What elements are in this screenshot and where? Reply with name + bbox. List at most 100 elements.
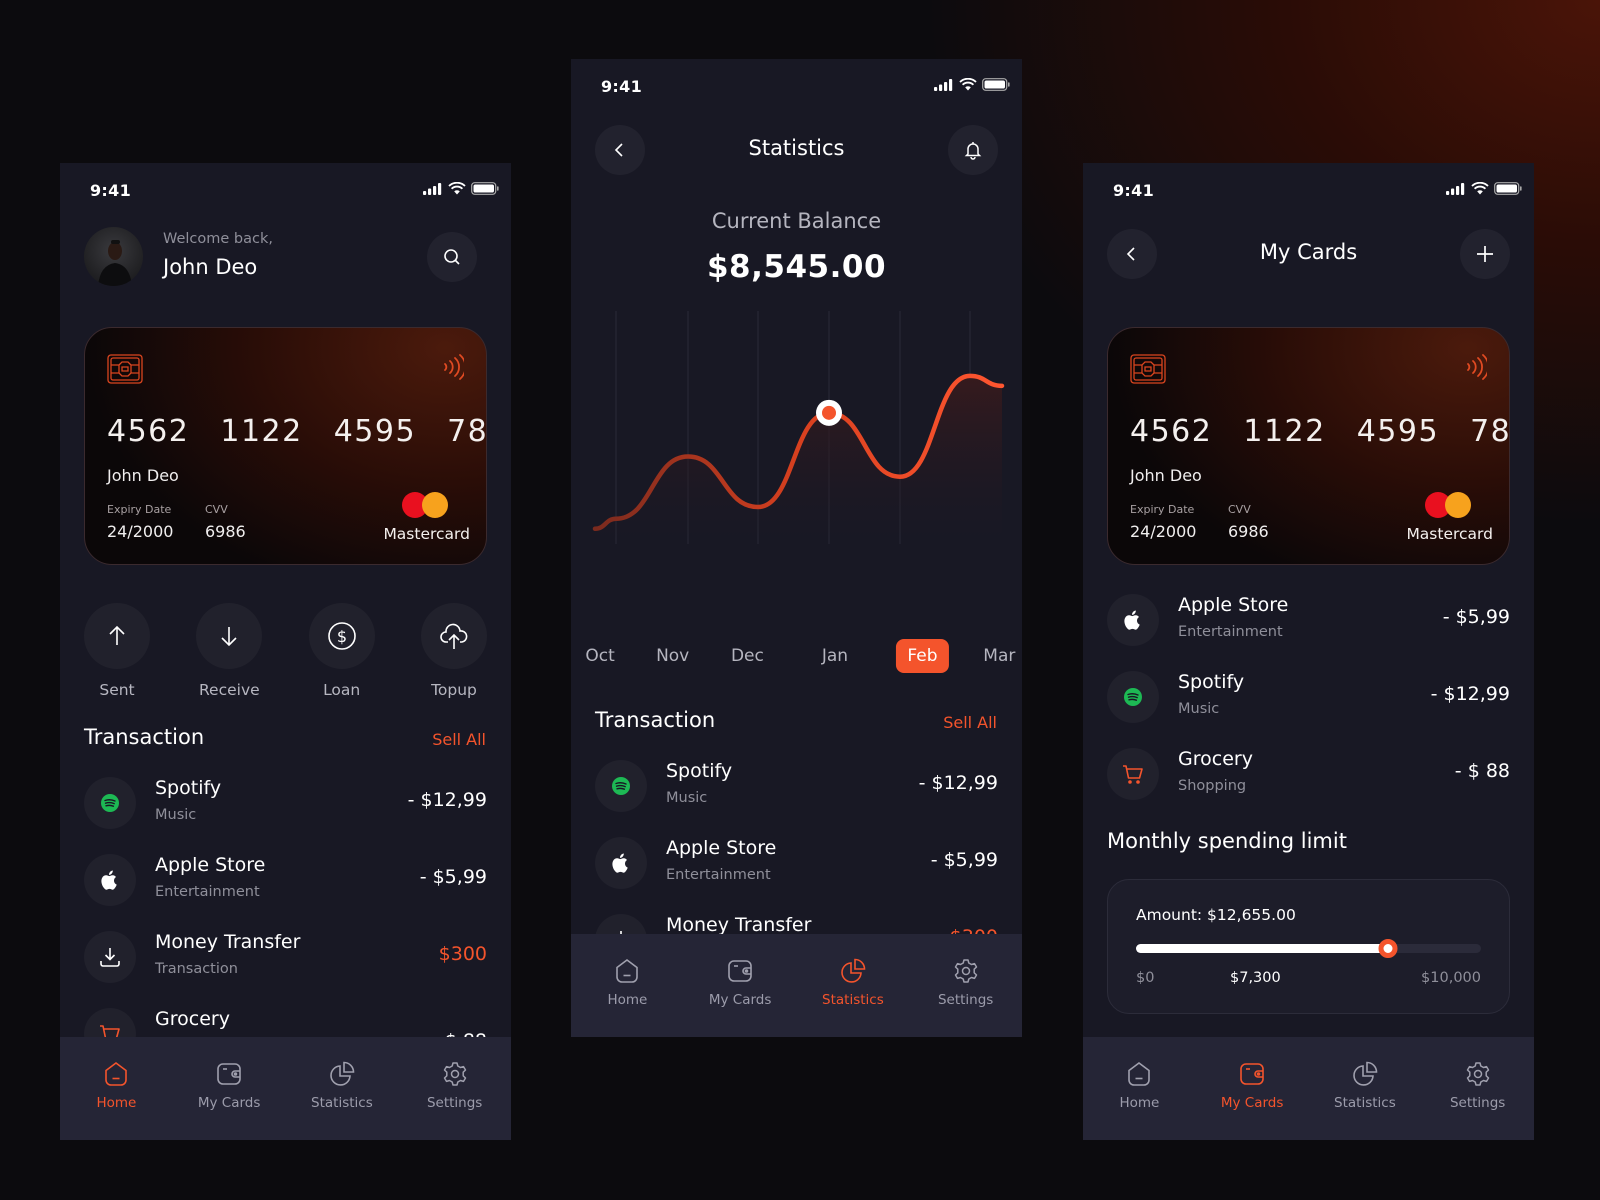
transaction-item[interactable]: Money Transfer Transaction $300 [84,931,487,983]
transaction-name: Apple Store [1178,594,1289,616]
month-tab-feb[interactable]: Feb [896,639,949,673]
nav-home[interactable]: Home [571,934,684,1037]
download-icon [99,946,121,968]
transaction-category: Entertainment [666,867,771,883]
limit-min: $0 [1136,970,1155,986]
card-brand: Mastercard [1406,525,1493,543]
transaction-category: Music [666,790,708,806]
nav-settings[interactable]: Settings [909,934,1022,1037]
quick-actions: Sent Receive $ Loan Topup [84,603,487,699]
spotify-icon [1124,688,1142,706]
balance-chart[interactable] [571,309,1022,619]
user-name: John Deo [163,255,258,279]
month-tab-oct[interactable]: Oct [574,639,625,673]
status-icons [1446,182,1522,195]
nav-label: Home [1119,1095,1160,1111]
nav-label: Settings [1449,1095,1506,1111]
month-tab-mar[interactable]: Mar [972,639,1022,673]
nav-statistics[interactable]: Statistics [1309,1037,1422,1140]
battery-icon [471,182,499,195]
bottom-nav: Home My Cards Statistics Settings [60,1037,511,1140]
nav-statistics[interactable]: Statistics [797,934,910,1037]
transaction-item[interactable]: Apple Store Entertainment - $5,99 [595,837,998,889]
home-screen: 9:41 Welcome back, John Deo 4562 1122 4595… [60,163,511,1140]
transaction-amount: - $5,99 [930,849,998,871]
transaction-name: Apple Store [155,854,266,876]
transaction-amount: - $5,99 [419,866,487,888]
nav-settings[interactable]: Settings [1421,1037,1534,1140]
cloud-upload-icon [439,621,469,651]
transaction-category: Music [1178,701,1220,717]
nav-label: Statistics [311,1095,373,1111]
transaction-name: Spotify [1178,671,1245,693]
card-number-group: 4595 [333,414,417,449]
avatar[interactable] [84,227,143,286]
search-button[interactable] [427,232,477,282]
chip-icon [1130,354,1166,384]
action-loan-button[interactable]: $ Loan [308,603,375,699]
plus-icon [1477,246,1493,262]
mastercard-logo [1425,492,1471,518]
action-label: Topup [431,681,477,699]
status-icons [934,78,1010,91]
wifi-icon [1471,182,1489,195]
card-number-group: 4595 [1356,414,1440,449]
dollar-icon: $ [327,621,357,651]
action-topup-button[interactable]: Topup [420,603,487,699]
month-tab-nov[interactable]: Nov [645,639,700,673]
transaction-item[interactable]: Spotify Music - $12,99 [84,777,487,829]
nav-label: My Cards [197,1095,261,1111]
mastercard-logo [402,492,448,518]
transaction-item[interactable]: Apple Store Entertainment - $5,99 [84,854,487,906]
notification-button[interactable] [948,125,998,175]
nav-my-cards[interactable]: My Cards [1196,1037,1309,1140]
nav-my-cards[interactable]: My Cards [173,1037,286,1140]
chip-icon [107,354,143,384]
card-holder: John Deo [1130,466,1202,485]
month-tab-dec[interactable]: Dec [720,639,775,673]
limit-slider-fill [1136,944,1388,953]
wifi-icon [448,182,466,195]
transaction-category: Music [155,807,197,823]
see-all-link[interactable]: Sell All [432,730,486,749]
nav-label: Statistics [1334,1095,1396,1111]
transaction-item[interactable]: Spotify Music - $12,99 [595,760,998,812]
credit-card[interactable]: 4562 1122 4595 7852 John Deo Expiry Date 24/20… [1107,327,1510,565]
month-tab-jan[interactable]: Jan [811,639,859,673]
transaction-item[interactable]: Spotify Music - $12,99 [1107,671,1510,723]
card-holder: John Deo [107,466,179,485]
signal-icon [1446,182,1465,195]
nav-my-cards[interactable]: My Cards [684,934,797,1037]
pie-chart-icon [329,1061,355,1087]
card-number: 4562 1122 4595 7852 [107,414,486,449]
transaction-item[interactable]: Apple Store Entertainment - $5,99 [1107,594,1510,646]
transaction-amount: - $12,99 [1430,683,1510,705]
arrow-up-icon [106,625,128,647]
nav-settings[interactable]: Settings [398,1037,511,1140]
nav-label: Settings [426,1095,483,1111]
transaction-category: Transaction [155,961,238,977]
see-all-link[interactable]: Sell All [943,713,997,732]
card-number-group: 4562 [107,414,190,449]
transaction-amount: - $12,99 [918,772,998,794]
limit-slider-track[interactable] [1136,939,1481,958]
add-card-button[interactable] [1460,229,1510,279]
credit-card[interactable]: 4562 1122 4595 7852 John Deo Expiry Date 24/20… [84,327,487,565]
transaction-title: Transaction [84,725,205,749]
action-sent-button[interactable]: Sent [84,603,150,699]
nav-home[interactable]: Home [60,1037,173,1140]
transaction-name: Money Transfer [155,931,301,953]
battery-icon [982,78,1010,91]
signal-icon [423,182,442,195]
nav-statistics[interactable]: Statistics [286,1037,399,1140]
expiry-label: Expiry Date [107,503,172,516]
transaction-name: Spotify [155,777,222,799]
nav-home[interactable]: Home [1083,1037,1196,1140]
transaction-name: Spotify [666,760,733,782]
card-number-group: 7852 [1470,414,1510,449]
limit-slider-thumb[interactable] [1378,939,1398,958]
transaction-item[interactable]: Grocery Shopping - $ 88 [1107,748,1510,800]
transaction-name: Grocery [155,1008,230,1030]
action-receive-button[interactable]: Receive [196,603,263,699]
chart-area [595,375,1002,559]
